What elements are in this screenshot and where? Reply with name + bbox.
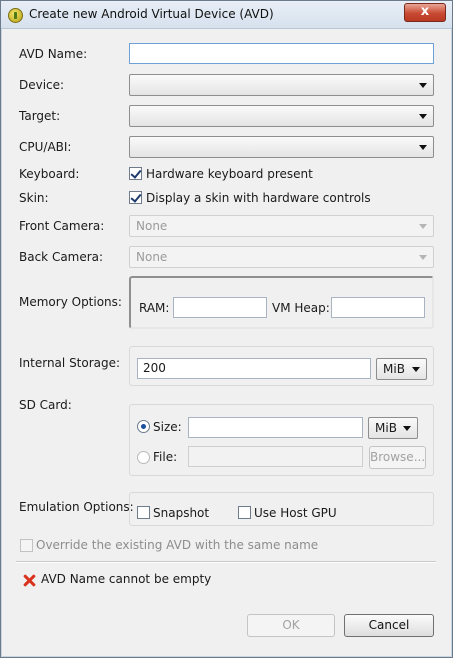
internal-storage-input[interactable]: 200: [137, 358, 371, 379]
sd-size-unit: MiB: [375, 421, 397, 435]
device-label: Device:: [19, 78, 65, 92]
use-host-gpu-checkbox[interactable]: [238, 506, 251, 519]
separator: [16, 561, 436, 563]
chevron-down-icon: [419, 83, 427, 88]
back-camera-value: None: [136, 250, 168, 264]
hardware-keyboard-checkbox[interactable]: [129, 167, 142, 180]
avd-dialog-window: Create new Android Virtual Device (AVD) …: [0, 0, 453, 658]
error-icon: [23, 574, 36, 587]
back-camera-select[interactable]: None: [129, 246, 434, 268]
avd-name-input[interactable]: [129, 43, 434, 64]
vm-heap-label: VM Heap:: [272, 301, 330, 315]
display-skin-label[interactable]: Display a skin with hardware controls: [146, 191, 371, 205]
internal-storage-unit: MiB: [383, 362, 405, 376]
override-checkbox[interactable]: [20, 539, 33, 552]
chevron-down-icon: [419, 255, 427, 260]
error-message: AVD Name cannot be empty: [41, 572, 212, 586]
sd-card-label: SD Card:: [19, 398, 72, 412]
title-bar[interactable]: Create new Android Virtual Device (AVD) …: [1, 1, 452, 29]
window-title: Create new Android Virtual Device (AVD): [29, 7, 274, 21]
browse-button[interactable]: Browse...: [369, 446, 426, 469]
memory-options-label: Memory Options:: [19, 295, 122, 309]
back-camera-label: Back Camera:: [19, 250, 104, 264]
sd-size-radio[interactable]: [137, 420, 150, 433]
front-camera-value: None: [136, 219, 168, 233]
chevron-down-icon: [419, 145, 427, 150]
internal-storage-label: Internal Storage:: [19, 356, 121, 370]
chevron-down-icon: [412, 367, 420, 372]
ram-label: RAM:: [139, 301, 170, 315]
ok-button[interactable]: OK: [247, 614, 335, 637]
sd-file-input[interactable]: [188, 446, 363, 467]
front-camera-select[interactable]: None: [129, 215, 434, 237]
close-button[interactable]: x: [404, 3, 446, 22]
sd-size-label[interactable]: Size:: [153, 420, 182, 434]
chevron-down-icon: [403, 426, 411, 431]
override-label[interactable]: Override the existing AVD with the same …: [36, 538, 318, 552]
skin-label: Skin:: [19, 191, 49, 205]
front-camera-label: Front Camera:: [19, 219, 105, 233]
keyboard-label: Keyboard:: [19, 167, 80, 181]
internal-storage-unit-select[interactable]: MiB: [376, 358, 427, 380]
vm-heap-input[interactable]: [331, 297, 425, 318]
sd-file-radio[interactable]: [137, 451, 150, 464]
target-label: Target:: [19, 109, 61, 123]
cpu-abi-label: CPU/ABI:: [19, 140, 72, 154]
cancel-button[interactable]: Cancel: [344, 614, 434, 637]
display-skin-checkbox[interactable]: [129, 191, 142, 204]
snapshot-label[interactable]: Snapshot: [153, 506, 209, 520]
ram-input[interactable]: [173, 297, 267, 318]
sd-size-input[interactable]: [188, 417, 363, 438]
snapshot-checkbox[interactable]: [137, 506, 150, 519]
device-select[interactable]: [129, 74, 434, 96]
chevron-down-icon: [419, 114, 427, 119]
sd-file-label[interactable]: File:: [153, 450, 177, 464]
use-host-gpu-label[interactable]: Use Host GPU: [254, 506, 337, 520]
sd-size-unit-select[interactable]: MiB: [368, 417, 418, 439]
hardware-keyboard-label[interactable]: Hardware keyboard present: [146, 167, 313, 181]
chevron-down-icon: [419, 224, 427, 229]
android-app-icon: [8, 8, 23, 23]
emulation-options-label: Emulation Options:: [19, 500, 134, 514]
target-select[interactable]: [129, 105, 434, 127]
avd-name-label: AVD Name:: [19, 47, 88, 61]
cpu-abi-select[interactable]: [129, 136, 434, 158]
